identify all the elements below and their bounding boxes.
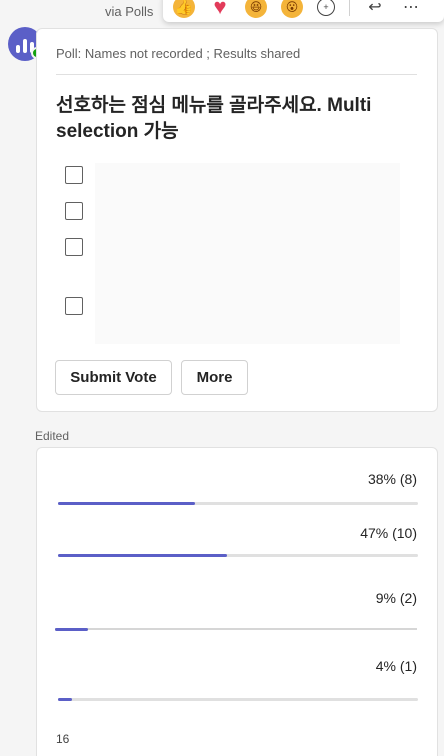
poll-meta: Poll: Names not recorded ; Results share… [56, 46, 301, 61]
result-option-label-4 [53, 641, 351, 685]
poll-bar-icon [23, 39, 27, 53]
reaction-bar: 👍 ♥ 😆 😮 + ↩ ⋯ [163, 0, 444, 22]
result-bar-track-4 [58, 698, 418, 701]
result-bar-fill-3 [55, 628, 88, 631]
result-bar-fill-1 [58, 502, 195, 505]
result-option-label-2 [55, 524, 273, 542]
result-option-label-1 [55, 466, 311, 486]
reaction-divider [349, 0, 350, 16]
via-polls-label: via Polls [105, 4, 154, 19]
option-checkbox-1[interactable] [65, 166, 83, 184]
result-bar-track-1 [58, 502, 418, 505]
result-percentage-1: 38% (8) [367, 471, 417, 487]
poll-results-card: 38% (8) 47% (10) 9% (2) 4% (1) 16 [36, 447, 438, 756]
heart-reaction-icon[interactable]: ♥ [209, 0, 231, 19]
poll-bar-icon [16, 45, 20, 53]
option-checkbox-3[interactable] [65, 238, 83, 256]
submit-vote-button[interactable]: Submit Vote [55, 360, 172, 395]
more-options-icon[interactable]: ⋯ [400, 0, 422, 18]
add-reaction-icon[interactable]: + [317, 0, 335, 16]
poll-options-area [95, 163, 400, 344]
result-option-label-3 [53, 575, 351, 615]
result-percentage-3: 9% (2) [375, 590, 417, 606]
reply-icon[interactable]: ↩ [364, 0, 386, 18]
result-bar-track-3 [55, 628, 417, 631]
surprised-reaction-icon[interactable]: 😮 [281, 0, 303, 18]
poll-question: 선호하는 점심 메뉴를 골라주세요. Multi selection 가능 [56, 95, 372, 142]
result-bar-fill-2 [58, 554, 228, 557]
poll-divider [56, 74, 417, 75]
laugh-reaction-icon[interactable]: 😆 [245, 0, 267, 18]
edited-label: Edited [35, 429, 70, 443]
poll-message: via Polls 👍 ♥ 😆 😮 + ↩ ⋯ Poll: Names not … [0, 0, 444, 756]
like-reaction-icon[interactable]: 👍 [173, 0, 195, 18]
result-bar-fill-4 [58, 698, 73, 701]
result-percentage-2: 47% (10) [360, 525, 417, 541]
option-checkbox-2[interactable] [65, 202, 83, 220]
more-button[interactable]: More [181, 360, 248, 395]
result-count-partial: 16 [56, 732, 70, 746]
poll-card: Poll: Names not recorded ; Results share… [36, 28, 438, 412]
option-checkbox-4[interactable] [65, 297, 83, 315]
result-percentage-4: 4% (1) [375, 658, 417, 674]
result-bar-track-2 [58, 554, 418, 557]
